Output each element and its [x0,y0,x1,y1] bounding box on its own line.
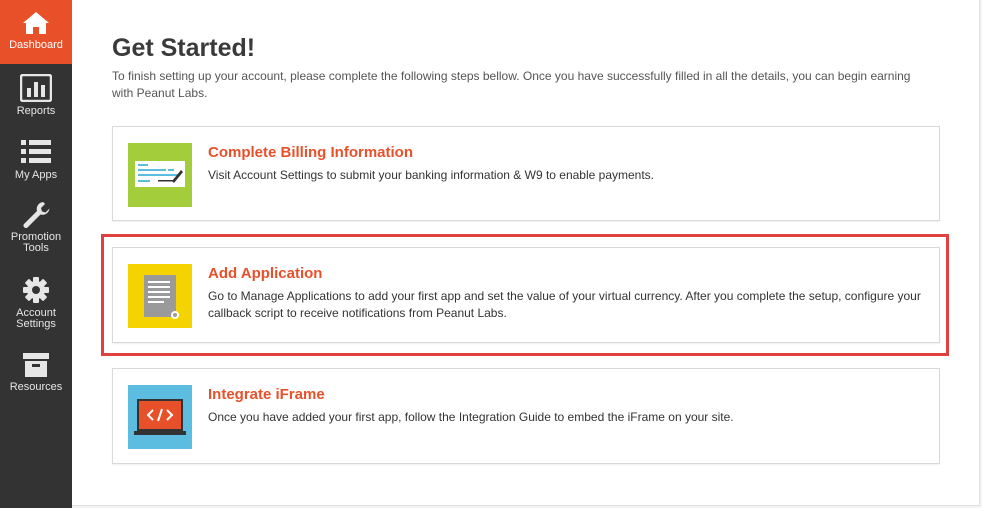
sidebar-item-reports[interactable]: Reports [0,74,72,124]
billing-step-icon [128,143,192,207]
list-icon [21,140,51,163]
document-icon [128,264,192,328]
card-title-integrate-iframe[interactable]: Integrate iFrame [208,386,325,403]
sidebar-item-account-settings[interactable]: Account Settings [0,276,72,336]
card-title-billing[interactable]: Complete Billing Information [208,144,413,161]
sidebar: Dashboard Reports My Apps Promotion Tool… [0,0,72,508]
sidebar-item-label: Reports [16,105,56,117]
add-application-step-icon [128,264,192,328]
card-title-add-application[interactable]: Add Application [208,265,322,282]
sidebar-item-promotion-tools[interactable]: Promotion Tools [0,200,72,260]
card-description-billing: Visit Account Settings to submit your ba… [208,168,655,182]
main-panel: Get Started! To finish setting up your a… [72,0,980,506]
wrench-icon [23,202,50,228]
sidebar-item-label: Resources [9,381,63,393]
step-card-integrate-iframe: Integrate iFrame Once you have added you… [112,368,940,464]
bar-chart-icon [20,74,52,102]
sidebar-item-label: My Apps [14,169,58,181]
integrate-iframe-step-icon [128,385,192,449]
step-card-add-application: Add Application Go to Manage Application… [112,247,940,343]
card-description-add-application: Go to Manage Applications to add your fi… [208,289,921,320]
archive-box-icon [23,353,49,377]
sidebar-item-label-line2: Tools [23,242,49,254]
sidebar-item-label: Dashboard [9,39,63,51]
step-card-billing: Complete Billing Information Visit Accou… [112,126,940,221]
gear-icon [23,277,49,303]
sidebar-item-label-line2: Settings [16,318,56,330]
sidebar-item-resources[interactable]: Resources [0,352,72,398]
home-icon [23,12,49,34]
sidebar-item-my-apps[interactable]: My Apps [0,138,72,188]
sidebar-item-dashboard[interactable]: Dashboard [0,0,72,64]
code-screen-icon [128,385,192,449]
app-root: Dashboard Reports My Apps Promotion Tool… [0,0,982,508]
card-description-integrate-iframe: Once you have added your first app, foll… [208,410,734,424]
intro-text: To finish setting up your account, pleas… [112,69,911,100]
check-signing-icon [128,143,192,207]
page-title: Get Started! [112,34,256,62]
